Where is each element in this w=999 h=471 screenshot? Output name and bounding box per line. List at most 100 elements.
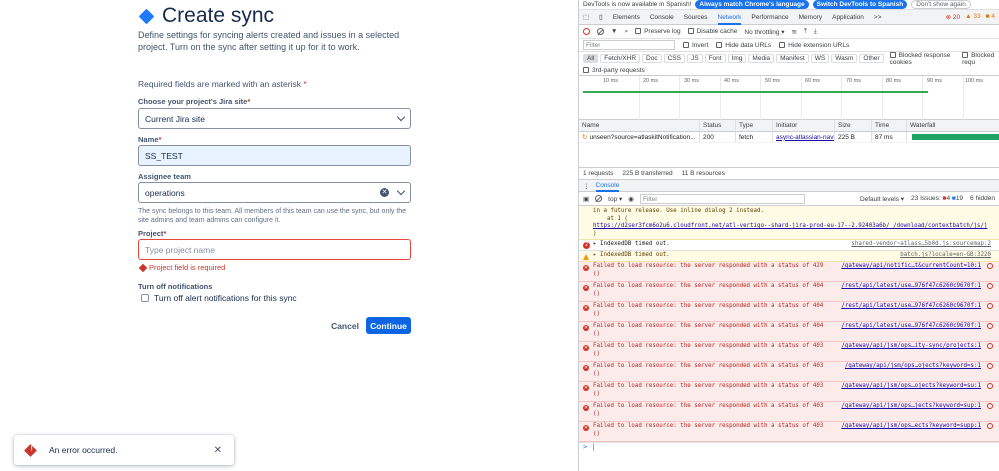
type-ws[interactable]: WS	[810, 54, 830, 63]
type-all[interactable]: All	[583, 54, 599, 63]
source-link[interactable]: /rest/api/latest/use…976f47c6260c9670f:1	[841, 303, 981, 311]
close-icon[interactable]: ✕	[214, 445, 222, 456]
source-link[interactable]: shared-vendor~atlass…5b0d.js:sourcemap:2	[851, 241, 991, 249]
console-error-message[interactable]: ✕ Failed to load resource: the server re…	[579, 282, 999, 302]
type-fetch-xhr[interactable]: Fetch/XHR	[600, 54, 641, 63]
hide-extension-urls-checkbox[interactable]: Hide extension URLs	[779, 42, 849, 49]
blocked-cookies-checkbox[interactable]: Blocked response cookies	[889, 52, 956, 66]
retry-icon[interactable]	[987, 343, 993, 349]
tab-console[interactable]: Console	[650, 10, 674, 25]
clear-icon[interactable]	[597, 28, 604, 35]
tab-sources[interactable]: Sources	[684, 10, 708, 25]
turn-off-notifications-row[interactable]: Turn off alert notifications for this sy…	[141, 293, 297, 303]
blocked-requests-checkbox[interactable]: Blocked requ	[962, 52, 999, 66]
console-warning-message[interactable]: ▸ IndexedDB timed out. batch.js?locale=e…	[579, 251, 999, 262]
console-message[interactable]: 2 ▸ IndexedDB timed out. shared-vendor~a…	[579, 240, 999, 251]
console-error-message[interactable]: ✕ Failed to load resource: the server re…	[579, 342, 999, 362]
retry-icon[interactable]	[987, 283, 993, 289]
source-link[interactable]: /rest/api/latest/use…976f47c6260c9670f:1	[841, 323, 981, 331]
source-link[interactable]: /gateway/api/jsm/ops…jects?keyword=sup:1	[841, 403, 981, 411]
type-font[interactable]: Font	[704, 54, 726, 63]
type-other[interactable]: Other	[859, 54, 884, 63]
col-size[interactable]: Size	[835, 120, 872, 131]
retry-icon[interactable]	[987, 383, 993, 389]
source-link[interactable]: /gateway/api/notific…t&currentCount=10:1	[841, 263, 981, 271]
name-field[interactable]: SS_TEST	[138, 145, 411, 166]
source-link[interactable]: /gateway/api/jsm/ops…ity-sync/projects:1	[841, 343, 981, 351]
source-link[interactable]: batch.js?locale=en-GB:3220	[900, 252, 991, 260]
more-tabs-button[interactable]: >>	[874, 10, 882, 25]
invert-checkbox[interactable]: Invert	[683, 42, 708, 49]
retry-icon[interactable]	[987, 323, 993, 329]
type-img[interactable]: Img	[727, 54, 747, 63]
switch-spanish-button[interactable]: Switch DevTools to Spanish	[812, 0, 908, 9]
col-time[interactable]: Time	[872, 120, 907, 131]
col-name[interactable]: Name	[579, 120, 700, 131]
console-error-message[interactable]: ✕ Failed to load resource: the server re…	[579, 362, 999, 382]
request-initiator[interactable]: async-atlassian-navi	[773, 132, 835, 142]
eye-icon[interactable]: ◉	[628, 195, 634, 203]
clear-icon[interactable]: ✕	[380, 188, 389, 197]
type-js[interactable]: JS	[686, 54, 703, 63]
continue-button[interactable]: Continue	[366, 317, 411, 334]
source-link[interactable]: https://d2ser3fcm6o2u6.cloudfront.net/at…	[593, 223, 987, 229]
network-overview[interactable]: 10 ms 20 ms 30 ms 40 ms 50 ms 60 ms 70 m…	[579, 76, 999, 120]
type-media[interactable]: Media	[748, 54, 775, 63]
retry-icon[interactable]	[987, 263, 993, 269]
col-initiator[interactable]: Initiator	[773, 120, 835, 131]
issues-button[interactable]: 23 Issues: ■4 ■19	[911, 195, 963, 203]
cancel-button[interactable]: Cancel	[330, 317, 360, 334]
disable-cache-checkbox[interactable]: Disable cache	[687, 28, 737, 35]
retry-icon[interactable]	[987, 363, 993, 369]
col-type[interactable]: Type	[736, 120, 773, 131]
console-filter-input[interactable]: Filter	[639, 193, 805, 204]
filter-icon[interactable]: ▼	[611, 28, 617, 35]
type-manifest[interactable]: Manifest	[776, 54, 809, 63]
tab-performance[interactable]: Performance	[751, 10, 788, 25]
source-link[interactable]: /gateway/api/jsm/ops…ojects?keyword=su:1	[841, 383, 981, 391]
throttling-select[interactable]: No throttling ▾	[744, 28, 784, 36]
type-doc[interactable]: Doc	[642, 54, 662, 63]
console-error-message[interactable]: ✕ Failed to load resource: the server re…	[579, 382, 999, 402]
clear-console-icon[interactable]	[595, 195, 603, 202]
log-levels-select[interactable]: Default levels ▾	[860, 195, 904, 203]
tab-application[interactable]: Application	[832, 10, 864, 25]
record-icon[interactable]	[583, 28, 590, 35]
source-link[interactable]: /gateway/api/jsm/ops…ojects?keyword=s:1	[845, 363, 981, 371]
retry-icon[interactable]	[987, 303, 993, 309]
notifications-checkbox[interactable]	[141, 294, 149, 302]
tab-elements[interactable]: Elements	[613, 10, 640, 25]
col-status[interactable]: Status	[700, 120, 736, 131]
preserve-log-checkbox[interactable]: Preserve log	[635, 28, 681, 35]
console-error-message[interactable]: ✕ Failed to load resource: the server re…	[579, 322, 999, 342]
retry-icon[interactable]	[987, 403, 993, 409]
table-row[interactable]: ↻ unseen?source=atlaskitNotification... 2…	[579, 132, 999, 143]
drawer-tab-console[interactable]: Console	[595, 180, 620, 192]
col-waterfall[interactable]: Waterfall	[907, 120, 999, 131]
drawer-menu-icon[interactable]: ⋮	[583, 182, 590, 190]
type-wasm[interactable]: Wasm	[831, 54, 858, 63]
source-link[interactable]: /gateway/api/jsm/ops…ects?keyword=supp:1	[841, 423, 981, 431]
type-css[interactable]: CSS	[663, 54, 685, 63]
upload-icon[interactable]: ⤒	[804, 28, 807, 36]
jira-site-select[interactable]: Current Jira site	[138, 108, 411, 129]
retry-icon[interactable]	[987, 423, 993, 429]
console-error-message[interactable]: ✕ Failed to load resource: the server re…	[579, 302, 999, 322]
console-error-message[interactable]: ✕ Failed to load resource: the server re…	[579, 402, 999, 422]
third-party-checkbox[interactable]: 3rd-party requests	[579, 65, 999, 76]
tab-network[interactable]: Network	[717, 10, 742, 25]
project-input[interactable]: Type project name	[138, 239, 411, 260]
hide-data-urls-checkbox[interactable]: Hide data URLs	[716, 42, 771, 49]
download-icon[interactable]: ⤓	[814, 28, 817, 36]
source-link[interactable]: /rest/api/latest/use…976f47c6260c9670f:1	[841, 283, 981, 291]
context-select[interactable]: top ▾	[608, 195, 622, 203]
search-icon[interactable]: ⌕	[624, 28, 628, 36]
wifi-icon[interactable]: ≋	[792, 28, 797, 36]
issue-counts[interactable]: ⊗ 20 ▲ 33 ■ 4	[946, 13, 999, 21]
sidebar-toggle-icon[interactable]: ▣	[583, 195, 589, 203]
tab-memory[interactable]: Memory	[799, 10, 822, 25]
network-filter-input[interactable]: Filter	[583, 40, 675, 50]
inspect-icon[interactable]: ⬚	[583, 13, 589, 21]
assignee-team-select[interactable]: operations ✕	[138, 182, 411, 203]
console-prompt[interactable]: > |	[579, 442, 999, 452]
